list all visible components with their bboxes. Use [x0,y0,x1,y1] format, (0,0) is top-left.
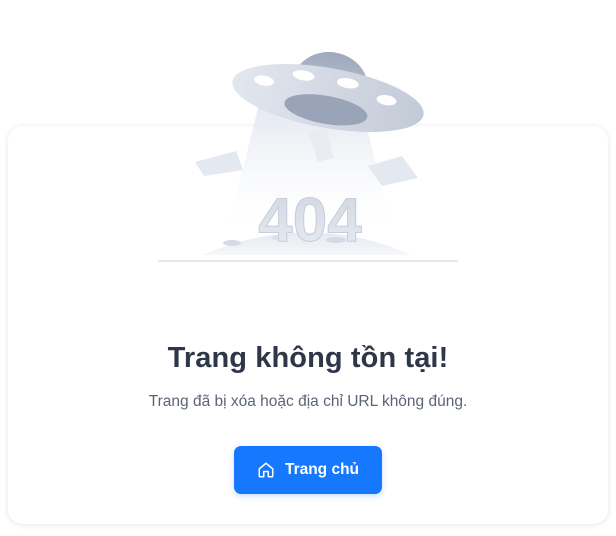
error-code-text: 404 [258,186,362,255]
home-button-label: Trang chủ [284,461,360,478]
paper-sheet [195,151,243,176]
home-icon [257,461,275,479]
moon-crater [223,240,241,246]
page-title: Trang không tồn tại! [167,342,449,374]
page-subtitle: Trang đã bị xóa hoặc địa chỉ URL không đ… [148,393,468,410]
ufo-404-illustration: 404 [150,40,466,270]
home-button[interactable]: Trang chủ [234,446,382,494]
page: 404 Trang không tồn tại! Trang đã bị xóa… [0,0,616,536]
